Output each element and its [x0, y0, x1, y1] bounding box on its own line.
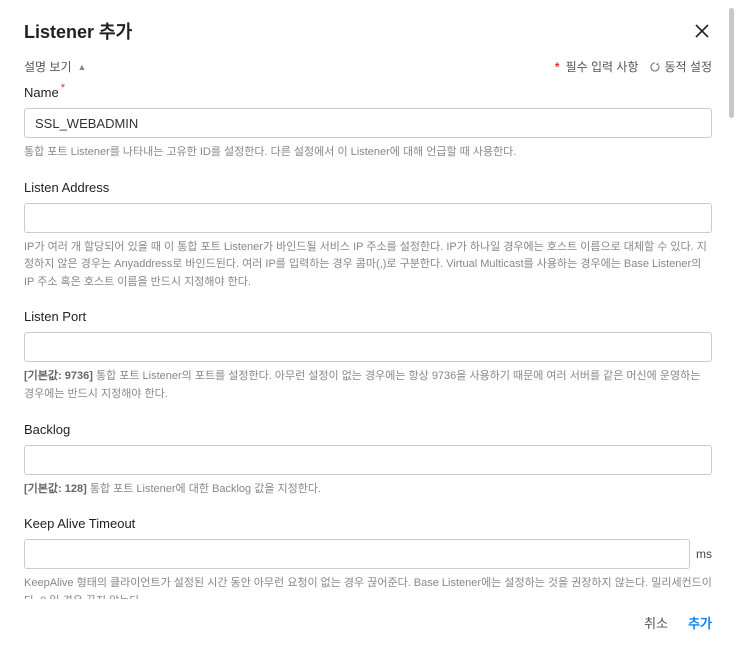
close-button[interactable] — [692, 21, 712, 41]
modal-subheader: 설명 보기 ▲ * 필수 입력 사항 동적 설정 — [0, 58, 736, 79]
modal-title: Listener 추가 — [24, 18, 132, 44]
chevron-up-icon: ▲ — [78, 62, 87, 72]
required-mark-icon: * — [61, 83, 65, 94]
name-input[interactable] — [24, 108, 712, 138]
field-label-name: Name * — [24, 85, 712, 100]
helper-name: 통합 포트 Listener를 나타내는 고유한 ID를 설정한다. 다른 설정… — [24, 144, 712, 162]
legend-dynamic: 동적 설정 — [649, 58, 713, 75]
field-backlog: Backlog [기본값: 128] 통합 포트 Listener에 대한 Ba… — [24, 422, 712, 499]
field-label-listen-address: Listen Address — [24, 180, 712, 195]
description-toggle-label: 설명 보기 — [24, 58, 72, 75]
listen-address-input[interactable] — [24, 203, 712, 233]
description-toggle[interactable]: 설명 보기 ▲ — [24, 58, 86, 75]
modal-body: Name * 통합 포트 Listener를 나타내는 고유한 ID를 설정한다… — [0, 79, 736, 599]
keep-alive-timeout-input[interactable] — [24, 539, 690, 569]
legend-required: * 필수 입력 사항 — [555, 58, 639, 75]
legend: * 필수 입력 사항 동적 설정 — [555, 58, 712, 75]
field-listen-address: Listen Address IP가 여러 개 할당되어 있을 때 이 통합 포… — [24, 180, 712, 292]
listener-add-modal: Listener 추가 설명 보기 ▲ * 필수 입력 사항 동적 설정 — [0, 0, 736, 650]
refresh-icon — [649, 61, 661, 73]
field-label-keep-alive-timeout: Keep Alive Timeout — [24, 516, 712, 531]
scrollbar-thumb[interactable] — [729, 8, 734, 118]
modal-footer: 취소 추가 — [0, 599, 736, 650]
unit-ms: ms — [696, 547, 712, 561]
field-name: Name * 통합 포트 Listener를 나타내는 고유한 ID를 설정한다… — [24, 85, 712, 162]
submit-button[interactable]: 추가 — [688, 613, 712, 632]
cancel-button[interactable]: 취소 — [644, 613, 668, 632]
field-label-backlog: Backlog — [24, 422, 712, 437]
backlog-input[interactable] — [24, 445, 712, 475]
helper-keep-alive-timeout: KeepAlive 형태의 클라이언트가 설정된 시간 동안 아무런 요청이 없… — [24, 575, 712, 599]
close-icon — [694, 23, 710, 39]
modal-header: Listener 추가 — [0, 0, 736, 58]
field-keep-alive-timeout: Keep Alive Timeout ms KeepAlive 형태의 클라이언… — [24, 516, 712, 599]
helper-listen-port: [기본값: 9736] 통합 포트 Listener의 포트를 설정한다. 아무… — [24, 368, 712, 403]
listen-port-input[interactable] — [24, 332, 712, 362]
helper-listen-address: IP가 여러 개 할당되어 있을 때 이 통합 포트 Listener가 바인드… — [24, 239, 712, 292]
helper-backlog: [기본값: 128] 통합 포트 Listener에 대한 Backlog 값을… — [24, 481, 712, 499]
field-listen-port: Listen Port [기본값: 9736] 통합 포트 Listener의 … — [24, 309, 712, 403]
required-star-icon: * — [555, 60, 560, 74]
field-label-listen-port: Listen Port — [24, 309, 712, 324]
